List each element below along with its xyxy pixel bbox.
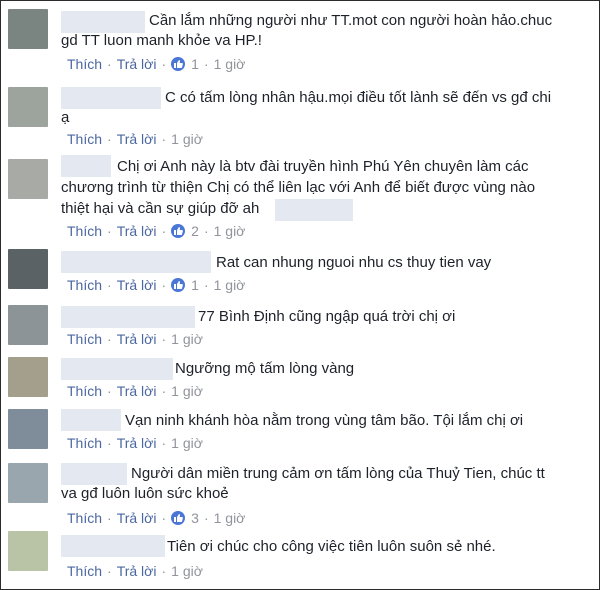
separator-dot: · [203, 56, 209, 72]
separator-dot: · [107, 56, 112, 72]
timestamp[interactable]: 1 giờ [214, 56, 246, 72]
timestamp[interactable]: 1 giờ [171, 331, 203, 347]
avatar[interactable] [8, 463, 48, 503]
separator-dot: · [161, 277, 167, 293]
comment-actions: Thích · Trả lời · 1 giờ [67, 329, 203, 349]
like-link[interactable]: Thích [67, 383, 102, 399]
like-link[interactable]: Thích [67, 435, 102, 451]
reply-link[interactable]: Trả lời [117, 277, 157, 293]
like-link[interactable]: Thích [67, 56, 102, 72]
separator-dot: · [161, 510, 167, 526]
comment-text: Vạn ninh khánh hòa nằm trong vùng tâm bã… [125, 412, 524, 429]
comment-actions: Thích · Trả lời · 1 · 1 giờ [67, 275, 245, 295]
comment-actions: Thích · Trả lời · 1 giờ [67, 129, 203, 149]
reply-link[interactable]: Trả lời [117, 223, 157, 239]
avatar[interactable] [8, 357, 48, 397]
comment-actions: Thích · Trả lời · 1 giờ [67, 381, 203, 401]
thumbs-up-icon[interactable] [171, 57, 186, 71]
comment-actions: Thích · Trả lời · 3 · 1 giờ [67, 508, 245, 528]
timestamp[interactable]: 1 giờ [171, 563, 203, 579]
separator-dot: · [161, 435, 167, 451]
comment-actions: Thích · Trả lời · 2 · 1 giờ [67, 221, 245, 241]
separator-dot: · [107, 331, 112, 347]
comment-actions: Thích · Trả lời · 1 giờ [67, 561, 203, 581]
avatar[interactable] [8, 531, 48, 571]
separator-dot: · [161, 563, 167, 579]
avatar[interactable] [8, 87, 48, 127]
reply-link[interactable]: Trả lời [117, 331, 157, 347]
comment-list: Cần lắm những người như TT.mot con người… [0, 0, 600, 590]
comment-text: Ngưỡng mộ tấm lòng vàng [175, 360, 355, 377]
separator-dot: · [107, 563, 112, 579]
separator-dot: · [161, 331, 167, 347]
comment-text: 77 Bình Định cũng ngập quá trời chị ơi [198, 308, 456, 325]
separator-dot: · [203, 277, 209, 293]
separator-dot: · [203, 510, 209, 526]
thumbs-up-icon[interactable] [171, 278, 186, 292]
separator-dot: · [107, 131, 112, 147]
like-link[interactable]: Thích [67, 563, 102, 579]
like-link[interactable]: Thích [67, 277, 102, 293]
timestamp[interactable]: 1 giờ [171, 131, 203, 147]
timestamp[interactable]: 1 giờ [214, 510, 246, 526]
separator-dot: · [107, 223, 112, 239]
like-link[interactable]: Thích [67, 510, 102, 526]
thumbs-up-icon[interactable] [171, 511, 186, 525]
like-count[interactable]: 2 [191, 223, 199, 239]
comment-text: Rat can nhung nguoi nhu cs thuy tien vay [216, 254, 492, 271]
reply-link[interactable]: Trả lời [117, 56, 157, 72]
tagged-name[interactable] [275, 199, 353, 221]
reply-link[interactable]: Trả lời [117, 510, 157, 526]
like-count[interactable]: 1 [191, 277, 199, 293]
comment-text: Cần lắm những người như TT.mot con người… [61, 12, 557, 49]
avatar[interactable] [8, 249, 48, 289]
like-link[interactable]: Thích [67, 331, 102, 347]
separator-dot: · [161, 56, 167, 72]
separator-dot: · [107, 435, 112, 451]
avatar[interactable] [8, 159, 48, 199]
timestamp[interactable]: 1 giờ [214, 223, 246, 239]
separator-dot: · [203, 223, 209, 239]
avatar[interactable] [8, 305, 48, 345]
timestamp[interactable]: 1 giờ [171, 435, 203, 451]
comment-actions: Thích · Trả lời · 1 giờ [67, 433, 203, 453]
separator-dot: · [161, 131, 167, 147]
separator-dot: · [107, 277, 112, 293]
reply-link[interactable]: Trả lời [117, 563, 157, 579]
timestamp[interactable]: 1 giờ [214, 277, 246, 293]
comment-text: Người dân miền trung cảm ơn tấm lòng của… [61, 465, 549, 502]
thumbs-up-icon[interactable] [171, 224, 186, 238]
like-link[interactable]: Thích [67, 131, 102, 147]
reply-link[interactable]: Trả lời [117, 383, 157, 399]
timestamp[interactable]: 1 giờ [171, 383, 203, 399]
like-link[interactable]: Thích [67, 223, 102, 239]
reply-link[interactable]: Trả lời [117, 435, 157, 451]
comment-actions: Thích · Trả lời · 1 · 1 giờ [67, 54, 245, 74]
avatar[interactable] [8, 409, 48, 449]
reply-link[interactable]: Trả lời [117, 131, 157, 147]
separator-dot: · [161, 223, 167, 239]
separator-dot: · [107, 510, 112, 526]
avatar[interactable] [8, 9, 48, 49]
like-count[interactable]: 3 [191, 510, 199, 526]
separator-dot: · [161, 383, 167, 399]
comment-text: Tiên ơi chúc cho công việc tiên luôn suô… [167, 538, 496, 555]
comment-text: C có tấm lòng nhân hậu.mọi điều tốt lành… [61, 89, 556, 126]
like-count[interactable]: 1 [191, 56, 199, 72]
separator-dot: · [107, 383, 112, 399]
